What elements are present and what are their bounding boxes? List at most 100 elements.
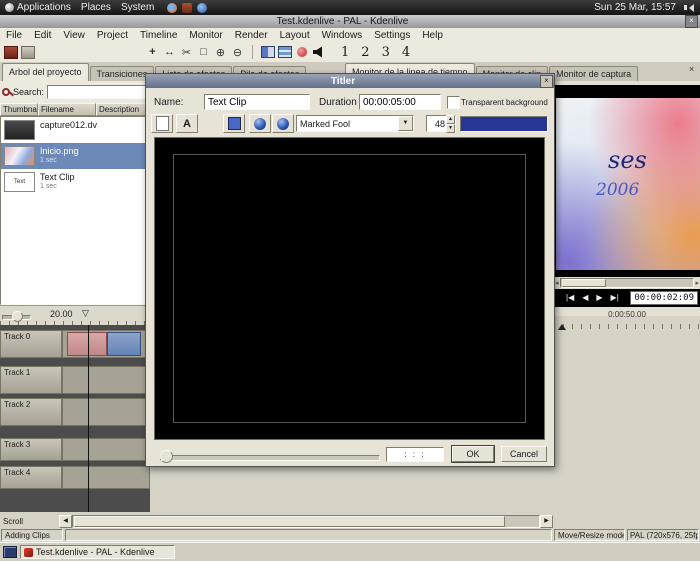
clock[interactable]: Sun 25 Mar, 15:57	[594, 2, 684, 13]
font-combobox[interactable]: Marked Fool ▼	[296, 115, 414, 132]
window-titlebar[interactable]: Test.kdenlive - PAL - Kdenlive ×	[0, 15, 700, 29]
timeline-playhead[interactable]	[88, 325, 89, 512]
ok-button[interactable]: OK	[451, 445, 495, 463]
combo-dropdown-icon[interactable]: ▼	[398, 116, 413, 131]
clip-row-capture[interactable]: capture012.dv	[1, 117, 151, 143]
menu-edit[interactable]: Edit	[28, 30, 57, 41]
split-view-icon[interactable]	[259, 44, 276, 60]
firefox-launcher-icon[interactable]	[167, 3, 177, 13]
spin-up-icon[interactable]: ▲	[446, 115, 455, 124]
save-title-button[interactable]	[272, 114, 294, 133]
marker-icon[interactable]	[293, 44, 310, 60]
volume-icon[interactable]	[684, 4, 694, 12]
track-lane-2[interactable]	[62, 398, 150, 426]
scrollbar-left-arrow[interactable]: ◀	[59, 515, 72, 528]
cancel-button[interactable]: Cancel	[501, 446, 547, 462]
transparency-slider[interactable]	[160, 455, 380, 461]
spacer-tool-icon[interactable]: ↔	[161, 44, 178, 60]
dialog-titlebar[interactable]: Titler ×	[146, 74, 554, 88]
track-header-0[interactable]: Track 0	[0, 330, 62, 358]
timeline-scrollbar-row: Scroll ◀ ▶	[0, 515, 553, 528]
panel-close-icon[interactable]: ×	[689, 64, 694, 74]
timeline-clip-video[interactable]	[67, 332, 107, 356]
layout-4-button[interactable]: 4	[396, 45, 416, 60]
audio-thumbnails-icon[interactable]	[310, 44, 327, 60]
font-size-value: 48	[427, 119, 446, 129]
move-tool-icon[interactable]: +	[144, 44, 161, 60]
timeline-clip-selected[interactable]	[107, 332, 141, 356]
track-lane-1[interactable]	[62, 366, 150, 394]
zoom-in-icon[interactable]: ⊕	[212, 44, 229, 60]
toolbar-icon-left-2[interactable]	[19, 44, 36, 60]
add-rect-button[interactable]	[223, 114, 245, 133]
load-title-button[interactable]	[249, 114, 271, 133]
playhead-marker[interactable]: ▽	[82, 309, 89, 318]
new-title-button[interactable]	[151, 114, 173, 133]
menu-layout[interactable]: Layout	[274, 30, 316, 41]
monitor-playhead-marker[interactable]	[558, 324, 566, 330]
clip-name-input[interactable]	[204, 94, 310, 110]
text-color-swatch[interactable]	[460, 116, 548, 132]
task-button[interactable]: Test.kdenlive - PAL - Kdenlive	[20, 545, 175, 559]
track-header-3[interactable]: Track 3	[0, 438, 62, 461]
go-end-button[interactable]: ▶|	[607, 289, 623, 307]
multitrack-view-icon[interactable]	[276, 44, 293, 60]
track-lane-0[interactable]	[62, 330, 150, 358]
spin-down-icon[interactable]: ▼	[446, 124, 455, 133]
razor-tool-icon[interactable]: ✂	[178, 44, 195, 60]
transparency-slider-handle[interactable]	[160, 450, 173, 463]
duration-input[interactable]	[359, 94, 441, 110]
scrollbar-thumb[interactable]	[74, 516, 505, 527]
show-desktop-icon[interactable]	[3, 546, 17, 558]
layout-3-button[interactable]: 3	[376, 45, 396, 60]
track-header-1[interactable]: Track 1	[0, 366, 62, 394]
timeline-ruler[interactable]: 20.00 ▽	[0, 305, 150, 326]
transparent-bg-checkbox[interactable]	[447, 96, 460, 109]
dialog-close-icon[interactable]: ×	[540, 75, 553, 88]
layout-1-button[interactable]: 1	[335, 45, 355, 60]
menu-render[interactable]: Render	[229, 30, 274, 41]
go-start-button[interactable]: |◀	[562, 289, 578, 307]
applications-menu[interactable]: Applications	[0, 2, 76, 13]
track-lane-4[interactable]	[62, 466, 150, 489]
font-size-spinbox[interactable]: 48 ▲ ▼	[426, 115, 456, 132]
frame-back-button[interactable]: ◀	[578, 289, 592, 307]
search-icon[interactable]	[2, 86, 10, 99]
menu-view[interactable]: View	[57, 30, 91, 41]
scrollbar-right-arrow[interactable]: ▶	[540, 515, 553, 528]
menu-help[interactable]: Help	[416, 30, 449, 41]
monitor-position-slider[interactable]: ◂ ▸	[554, 278, 700, 288]
monitor-ruler[interactable]: 0:00:50.00	[554, 309, 700, 331]
places-menu[interactable]: Places	[76, 2, 116, 13]
menu-windows[interactable]: Windows	[316, 30, 369, 41]
add-text-button[interactable]: A	[176, 114, 198, 133]
column-thumbnail[interactable]: Thumbnail	[0, 103, 38, 116]
clip-monitor-panel: ses 2006 ◂ ▸ |◀ ◀ ▶ ▶| 00:00:02:09 0:00:…	[553, 81, 700, 316]
menu-timeline[interactable]: Timeline	[134, 30, 183, 41]
slider-thumb[interactable]	[562, 279, 606, 287]
menu-file[interactable]: File	[0, 30, 28, 41]
tab-capture-monitor[interactable]: Monitor de captura	[549, 66, 638, 81]
menu-monitor[interactable]: Monitor	[183, 30, 228, 41]
menu-project[interactable]: Project	[91, 30, 134, 41]
column-filename[interactable]: Filename	[38, 103, 96, 116]
menu-settings[interactable]: Settings	[368, 30, 416, 41]
column-description[interactable]: Description	[96, 103, 150, 116]
clip-row-textclip[interactable]: Text Text Clip 1 sec	[1, 169, 151, 195]
window-close-button[interactable]: ×	[685, 15, 698, 28]
play-button[interactable]: ▶	[592, 289, 606, 307]
track-header-2[interactable]: Track 2	[0, 398, 62, 426]
launcher-icon-3[interactable]	[197, 3, 207, 13]
clip-row-inicio[interactable]: Inicio.png 1 sec	[1, 143, 151, 169]
system-menu[interactable]: System	[116, 2, 159, 13]
fit-zoom-icon[interactable]: □	[195, 44, 212, 60]
tab-project-tree[interactable]: Arbol del proyecto	[2, 63, 89, 81]
toolbar-icon-left-1[interactable]	[2, 44, 19, 60]
title-canvas[interactable]	[154, 137, 545, 440]
layout-2-button[interactable]: 2	[355, 45, 375, 60]
launcher-icon-2[interactable]	[182, 3, 192, 13]
track-header-4[interactable]: Track 4	[0, 466, 62, 489]
zoom-out-icon[interactable]: ⊖	[229, 44, 246, 60]
track-lane-3[interactable]	[62, 438, 150, 461]
slider-right-arrow-icon[interactable]: ▸	[694, 279, 700, 287]
